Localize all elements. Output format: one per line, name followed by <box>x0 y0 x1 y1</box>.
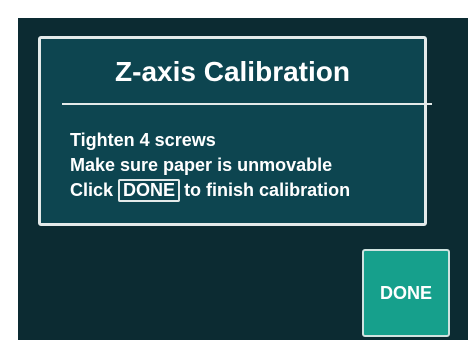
instruction-click-done: Click DONE to finish calibration <box>70 178 350 203</box>
dialog-title: Z-axis Calibration <box>115 56 350 87</box>
calibration-dialog: Z-axis Calibration Tighten 4 screws Make… <box>38 36 432 226</box>
done-button-label: DONE <box>379 282 432 303</box>
done-button[interactable]: DONE <box>362 249 450 337</box>
instruction-click-prefix: Click <box>70 180 114 200</box>
printer-screen: Z-axis Calibration Tighten 4 screws Make… <box>18 18 468 340</box>
title-divider <box>62 103 432 105</box>
instruction-click-suffix: to finish calibration <box>184 180 351 200</box>
instruction-tighten-screws: Tighten 4 screws <box>70 130 216 150</box>
inline-done-label: DONE <box>118 179 181 202</box>
instruction-paper-unmovable: Make sure paper is unmovable <box>70 155 333 175</box>
instructions: Tighten 4 screws Make sure paper is unmo… <box>70 128 350 203</box>
